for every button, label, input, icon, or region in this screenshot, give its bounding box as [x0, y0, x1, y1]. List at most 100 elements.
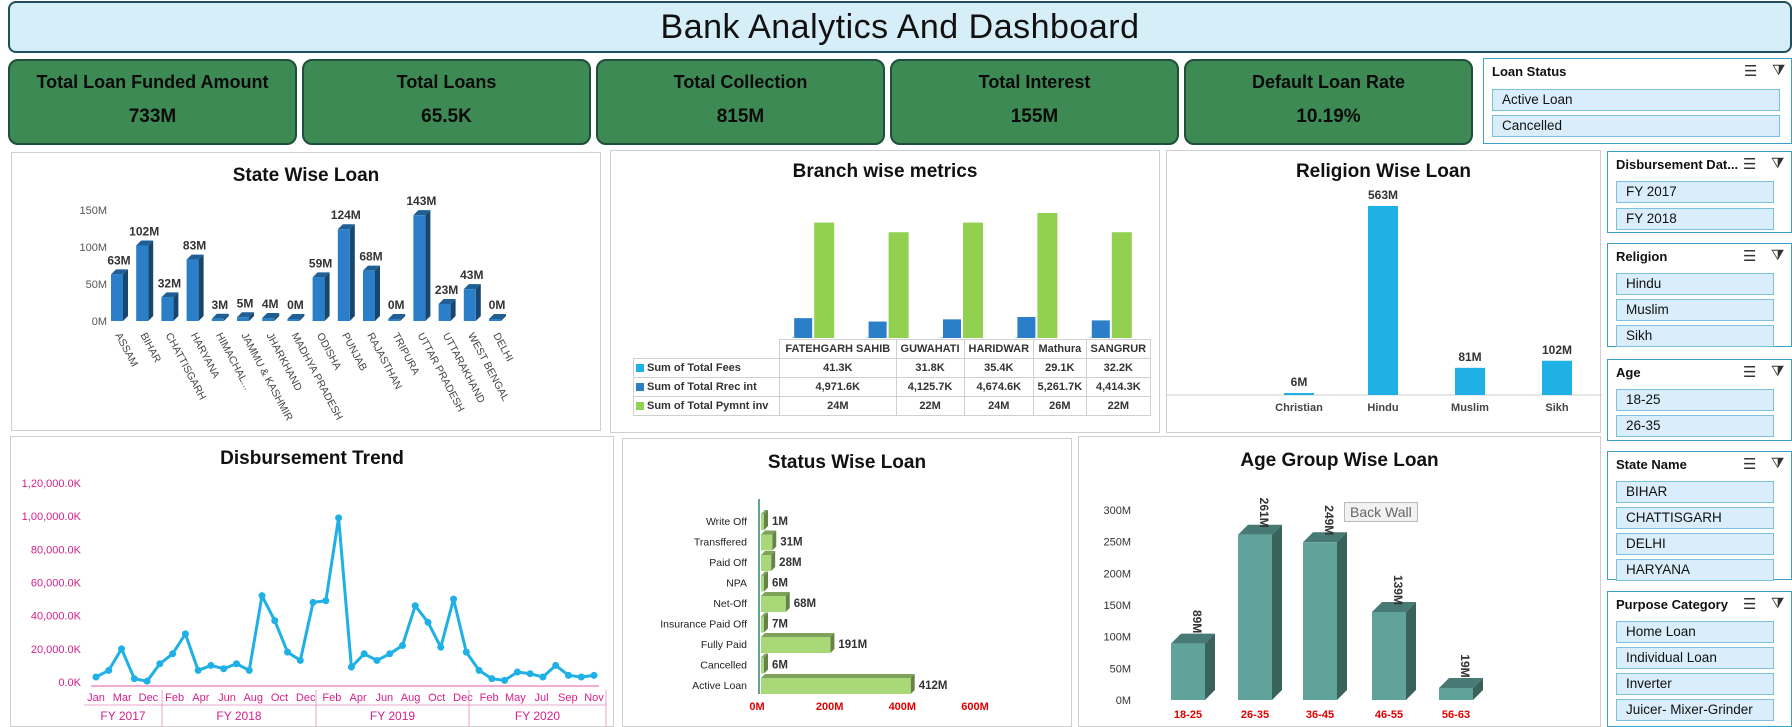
data-label: 6M — [772, 660, 788, 672]
trend-point — [386, 650, 394, 658]
multi-select-icon[interactable]: ☰ — [1743, 155, 1756, 173]
bar — [761, 534, 773, 551]
x-tick-label: Sikh — [1545, 402, 1569, 414]
slicer-item[interactable]: Juicer- Mixer-Grinder — [1616, 699, 1774, 721]
x-group-label: FY 2019 — [370, 709, 415, 723]
data-label: 28M — [779, 557, 801, 569]
y-tick-label: Fully Paid — [701, 639, 747, 651]
slicer-title: Loan Status — [1492, 64, 1567, 79]
kpi-label: Total Collection — [673, 72, 808, 92]
bar — [1455, 367, 1485, 395]
table-cell: 4,971.6K — [779, 377, 897, 397]
kpi-card-loan-funded: Total Loan Funded Amount 733M — [8, 59, 297, 145]
data-label: 143M — [406, 194, 436, 208]
slicer-title: State Name — [1616, 457, 1687, 472]
dashboard-title: Bank Analytics And Dashboard — [660, 7, 1140, 46]
trend-point — [220, 665, 228, 673]
clear-filter-icon[interactable]: ⧩ — [1771, 155, 1784, 172]
trend-point — [360, 650, 368, 658]
data-label: 563M — [1368, 188, 1398, 202]
bar — [1238, 534, 1272, 700]
slicer-title: Disbursement Dat... — [1616, 157, 1739, 172]
kpi-value: 815M — [716, 106, 765, 127]
slicer-title: Religion — [1616, 249, 1668, 264]
bar — [1372, 611, 1406, 700]
table-header-cell: Mathura — [1033, 339, 1087, 359]
table-cell: 35.4K — [963, 358, 1035, 378]
x-tick-label: 600M — [961, 701, 989, 713]
data-label: 102M — [1542, 343, 1572, 357]
data-label: 68M — [359, 250, 382, 264]
x-tick-label: Apr — [350, 692, 367, 704]
clear-filter-icon[interactable]: ⧩ — [1771, 363, 1784, 380]
y-tick-label: 0.0K — [58, 677, 81, 689]
series-name: Sum of Total Rrec int — [647, 381, 757, 393]
slicer-item[interactable]: BIHAR — [1616, 481, 1774, 503]
slicer-item[interactable]: Hindu — [1616, 273, 1774, 295]
trend-point — [105, 666, 113, 674]
bar — [1368, 206, 1398, 395]
slicer-item[interactable]: FY 2017 — [1616, 181, 1774, 203]
y-tick-label: 150M — [79, 205, 107, 217]
trend-point — [118, 645, 126, 653]
clear-filter-icon[interactable]: ⧩ — [1771, 595, 1784, 612]
slicer-item[interactable]: HARYANA — [1616, 559, 1774, 581]
trend-point — [296, 656, 304, 664]
slicer-item[interactable]: 26-35 — [1616, 415, 1774, 437]
bar-total-rrec-int — [868, 321, 887, 338]
x-tick-label: Jan — [87, 692, 105, 704]
data-label: 6M — [1291, 375, 1308, 389]
bar-total-rrec-int — [794, 318, 813, 338]
bar-total-fees — [941, 337, 943, 338]
trend-point — [143, 677, 151, 685]
clear-filter-icon[interactable]: ⧩ — [1771, 247, 1784, 264]
slicer-item[interactable]: Inverter — [1616, 673, 1774, 695]
bar — [413, 215, 426, 321]
bar-top — [761, 674, 915, 678]
slicer-item[interactable]: Individual Loan — [1616, 647, 1774, 669]
trend-point — [398, 642, 406, 650]
trend-point — [207, 661, 215, 669]
y-tick-label: 50M — [1110, 663, 1131, 675]
clear-filter-icon[interactable]: ⧩ — [1772, 62, 1785, 79]
x-tick-label: 400M — [889, 701, 917, 713]
trend-point — [501, 676, 509, 684]
chart-tooltip: Back Wall — [1344, 502, 1418, 522]
kpi-card-total-collection: Total Collection 815M — [596, 59, 885, 145]
data-label: 0M — [489, 298, 506, 312]
data-label: 63M — [107, 253, 130, 267]
multi-select-icon[interactable]: ☰ — [1743, 595, 1756, 613]
state-wise-loan-chart: 0M50M100M150M63MASSAM102MBIHAR32MCHATTIS… — [79, 194, 515, 423]
bar — [211, 318, 224, 321]
slicer-item[interactable]: Muslim — [1616, 299, 1774, 321]
slicer-item[interactable]: Home Loan — [1616, 621, 1774, 643]
multi-select-icon[interactable]: ☰ — [1743, 455, 1756, 473]
legend-swatch — [636, 364, 644, 373]
data-label: 19M — [1458, 654, 1472, 677]
slicer-item[interactable]: DELHI — [1616, 533, 1774, 555]
x-tick-label: Dec — [296, 692, 316, 704]
data-label: 6M — [772, 578, 788, 590]
bar-total-pymnt-inv — [1111, 232, 1132, 338]
bar-side — [198, 254, 204, 321]
slicer-item[interactable]: CHATTISGARH — [1616, 507, 1774, 529]
bar — [761, 657, 764, 674]
trend-point — [462, 648, 470, 656]
trend-point — [552, 661, 560, 669]
bar — [237, 317, 249, 321]
slicer-disbursement-date: Disbursement Dat... ☰ ⧩ FY 2017 FY 2018 — [1607, 151, 1792, 233]
multi-select-icon[interactable]: ☰ — [1744, 62, 1757, 80]
table-cell: 4,674.6K — [963, 377, 1035, 397]
trend-point — [130, 675, 138, 683]
slicer-item[interactable]: FY 2018 — [1616, 208, 1774, 230]
bar — [363, 270, 375, 321]
clear-filter-icon[interactable]: ⧩ — [1771, 455, 1784, 472]
multi-select-icon[interactable]: ☰ — [1743, 247, 1756, 265]
bar-top — [761, 633, 835, 637]
slicer-item[interactable]: Cancelled — [1492, 115, 1780, 137]
slicer-item[interactable]: Sikh — [1616, 325, 1774, 347]
slicer-item[interactable]: Active Loan — [1492, 89, 1780, 111]
slicer-item[interactable]: 18-25 — [1616, 389, 1774, 411]
age-group-loan-panel: Age Group Wise Loan 0M 50M 100M 150M 200M 250… — [1078, 436, 1601, 727]
multi-select-icon[interactable]: ☰ — [1743, 363, 1756, 381]
